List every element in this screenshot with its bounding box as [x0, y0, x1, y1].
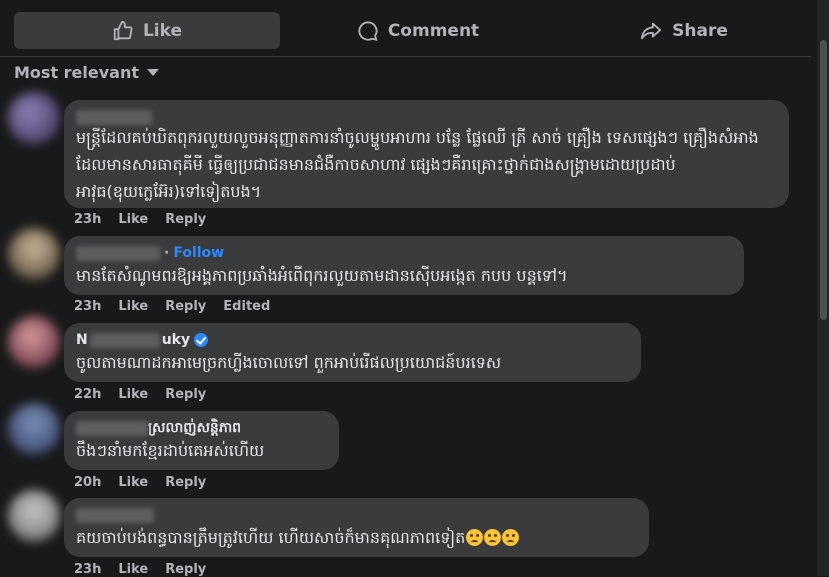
comment-reply-link[interactable]: Reply	[165, 212, 206, 227]
avatar[interactable]	[8, 316, 60, 368]
comment-meta: 23h Like Reply	[74, 212, 206, 227]
comment-text: មានតែសំណូមពរឱ្យអង្គភាពប្រឆាំងអំពើពុករលួយ…	[76, 266, 568, 285]
comment-like-link[interactable]: Like	[118, 299, 148, 314]
thumbs-up-icon	[113, 20, 133, 40]
avatar[interactable]	[8, 490, 60, 542]
comment-bubble: គយចាប់បង់ពន្ធបានត្រឹមត្រូវហើយ ហើយសាច់ក៏ម…	[64, 498, 649, 557]
redacted-name	[89, 332, 160, 348]
comment-timestamp[interactable]: 23h	[74, 299, 101, 314]
comment-like-link[interactable]: Like	[118, 387, 148, 402]
comment-text: មន្ត្រីដែលគប់ឃិតពុករលួយលួចអនុញ្ញាតការនាំ…	[76, 128, 759, 201]
comment-bubble: ស្រលាញ់សន្តិភាព ចឹងៗនាំមកខ្មែរដាប់គេអស់ហ…	[64, 411, 339, 470]
caret-down-icon	[147, 69, 159, 76]
comment-button[interactable]: Comment	[285, 12, 551, 49]
avatar[interactable]	[8, 403, 60, 455]
comment-text: គយចាប់បង់ពន្ធបានត្រឹមត្រូវហើយ ហើយសាច់ក៏ម…	[76, 524, 637, 551]
comment-author[interactable]: ស្រលាញ់សន្តិភាព	[76, 417, 327, 439]
comment-timestamp[interactable]: 20h	[74, 475, 101, 490]
scrollbar-thumb[interactable]	[820, 40, 827, 320]
avatar[interactable]	[8, 228, 60, 280]
comment-timestamp[interactable]: 22h	[74, 387, 101, 402]
scrollbar-track[interactable]	[817, 0, 829, 576]
comment-button-label: Comment	[387, 20, 480, 41]
sort-label: Most relevant	[14, 63, 139, 82]
redacted-name	[76, 109, 152, 125]
like-button[interactable]: Like	[14, 12, 280, 49]
comment-reply-link[interactable]: Reply	[165, 562, 206, 577]
verified-badge-icon	[194, 333, 209, 347]
redacted-name	[76, 507, 154, 523]
share-button[interactable]: Share	[556, 12, 811, 49]
comment-text: ចូលតាមណាដកអាមេច្រកហ្លីងចោលទៅ ពួកអាប់រើផល…	[76, 353, 502, 372]
comment-reply-link[interactable]: Reply	[165, 299, 206, 314]
screaming-face-emoji-icon	[502, 529, 520, 546]
comment-meta: 22h Like Reply	[74, 387, 206, 402]
redacted-name	[76, 245, 160, 261]
share-button-label: Share	[672, 20, 728, 41]
comment-bubble: មន្ត្រីដែលគប់ឃិតពុករលួយលួចអនុញ្ញាតការនាំ…	[64, 100, 789, 208]
comment-like-link[interactable]: Like	[118, 562, 148, 577]
comment-meta: 23h Like Reply	[74, 562, 206, 577]
comment-like-link[interactable]: Like	[118, 212, 148, 227]
comment-author[interactable]	[76, 504, 637, 526]
comment-timestamp[interactable]: 23h	[74, 562, 101, 577]
comment-like-link[interactable]: Like	[118, 475, 148, 490]
comment-sort-dropdown[interactable]: Most relevant	[14, 63, 159, 82]
edited-label[interactable]: Edited	[223, 299, 270, 314]
comment-author[interactable]: N uky	[76, 329, 629, 351]
avatar[interactable]	[8, 92, 60, 144]
speech-bubble-icon	[358, 20, 378, 41]
comment-bubble: · Follow មានតែសំណូមពរឱ្យអង្គភាពប្រឆាំងអំ…	[64, 236, 744, 295]
sad-face-emoji-icon	[484, 529, 502, 546]
comment-reply-link[interactable]: Reply	[165, 475, 206, 490]
comment-timestamp[interactable]: 23h	[74, 212, 101, 227]
separator-dot: ·	[164, 245, 170, 261]
share-arrow-icon	[641, 22, 662, 39]
comment-reply-link[interactable]: Reply	[165, 387, 206, 402]
comment-meta: 23h Like Reply Edited	[74, 299, 270, 314]
like-button-label: Like	[142, 20, 183, 41]
comment-text: ចឹងៗនាំមកខ្មែរដាប់គេអស់ហើយ	[76, 441, 265, 460]
post-action-bar: Like Comment Share	[0, 0, 811, 57]
comment-bubble: N uky ចូលតាមណាដកអាមេច្រកហ្លីងចោលទៅ ពួកអា…	[64, 323, 641, 382]
crying-face-emoji-icon	[466, 529, 484, 546]
redacted-name	[76, 420, 148, 436]
comment-meta: 20h Like Reply	[74, 475, 206, 490]
comment-author[interactable]: · Follow	[76, 242, 732, 264]
follow-button[interactable]: Follow	[173, 242, 224, 264]
